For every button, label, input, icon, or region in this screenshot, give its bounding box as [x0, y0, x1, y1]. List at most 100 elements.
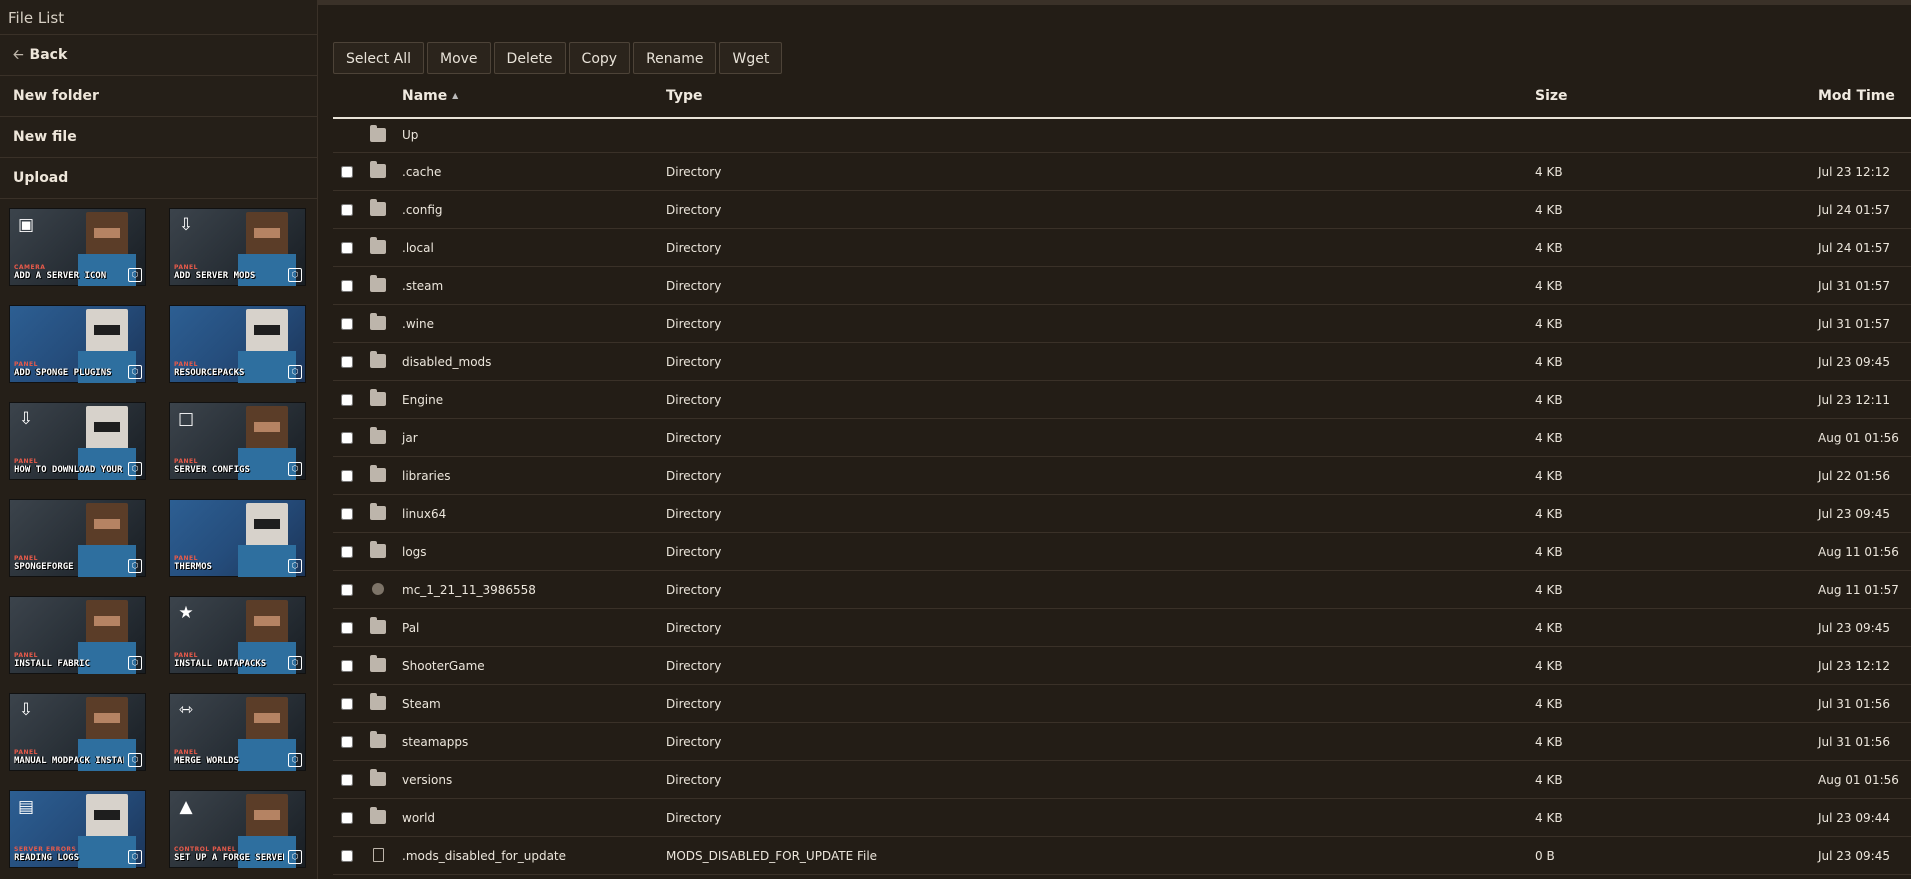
table-row[interactable]: steamapps Directory 4 KB Jul 31 01:56 [333, 723, 1911, 761]
table-row[interactable]: linux64 Directory 4 KB Jul 23 09:45 [333, 495, 1911, 533]
row-checkbox[interactable] [341, 394, 353, 406]
guide-tag: PANEL [174, 652, 198, 659]
file-name[interactable]: disabled_mods [402, 355, 491, 369]
back-button[interactable]: 🡠 Back [0, 35, 317, 76]
table-row[interactable]: .steam Directory 4 KB Jul 31 01:57 [333, 267, 1911, 305]
row-checkbox[interactable] [341, 280, 353, 292]
table-row[interactable]: disabled_mods Directory 4 KB Jul 23 09:45 [333, 343, 1911, 381]
guide-thumbnail[interactable]: PANEL INSTALL FABRIC ⬡ [9, 596, 146, 674]
row-checkbox[interactable] [341, 812, 353, 824]
table-row[interactable]: mc_1_21_11_3986558 Directory 4 KB Aug 11 01… [333, 571, 1911, 609]
file-name[interactable]: world [402, 811, 435, 825]
file-name[interactable]: jar [402, 431, 418, 445]
guide-thumbnail[interactable]: ⇩ PANELHOW TO DOWNLOAD YOUR WORLD ⬡ [9, 402, 146, 480]
row-checkbox[interactable] [341, 584, 353, 596]
table-row[interactable]: logs Directory 4 KB Aug 11 01:56 [333, 533, 1911, 571]
new-folder-button[interactable]: New folder [0, 76, 317, 117]
upload-button[interactable]: Upload [0, 158, 317, 199]
guide-thumbnail[interactable]: □ PANEL SERVER CONFIGS ⬡ [169, 402, 306, 480]
guide-thumbnail[interactable]: ▣ CAMERA ADD A SERVER ICON ⬡ [9, 208, 146, 286]
guide-tag: PANEL [14, 749, 38, 756]
rename-button[interactable]: Rename [633, 42, 717, 74]
file-name[interactable]: versions [402, 773, 452, 787]
table-row[interactable]: .local Directory 4 KB Jul 24 01:57 [333, 229, 1911, 267]
row-checkbox[interactable] [341, 698, 353, 710]
move-button[interactable]: Move [427, 42, 491, 74]
guide-thumbnail[interactable]: PANEL RESOURCEPACKS ⬡ [169, 305, 306, 383]
column-header-name[interactable]: Name ▲ [402, 88, 458, 104]
guide-caption: READING LOGS [14, 853, 80, 863]
cube-icon: ⬡ [288, 559, 302, 573]
guide-thumbnail[interactable]: PANEL ADD SPONGE PLUGINS ⬡ [9, 305, 146, 383]
guide-thumbnail[interactable]: ▲ CONTROL PANEL SET UP A FORGE SERVER ⬡ [169, 790, 306, 868]
row-checkbox[interactable] [341, 356, 353, 368]
guide-thumbnail[interactable]: ⇩ PANEL ADD SERVER MODS ⬡ [169, 208, 306, 286]
file-size: 4 KB [1535, 583, 1563, 597]
row-checkbox[interactable] [341, 622, 353, 634]
column-header-size[interactable]: Size [1535, 88, 1568, 104]
table-row[interactable]: .config Directory 4 KB Jul 24 01:57 [333, 191, 1911, 229]
wget-button[interactable]: Wget [719, 42, 783, 74]
file-mod-time: Aug 11 01:57 [1818, 583, 1899, 597]
row-checkbox[interactable] [341, 432, 353, 444]
guide-thumbnail[interactable]: ★ PANEL INSTALL DATAPACKS ⬡ [169, 596, 306, 674]
new-file-button[interactable]: New file [0, 117, 317, 158]
row-checkbox[interactable] [341, 318, 353, 330]
file-name[interactable]: Pal [402, 621, 419, 635]
file-name[interactable]: mc_1_21_11_3986558 [402, 583, 536, 597]
delete-button[interactable]: Delete [493, 42, 566, 74]
file-name[interactable]: ShooterGame [402, 659, 485, 673]
row-checkbox[interactable] [341, 774, 353, 786]
table-row[interactable]: Steam Directory 4 KB Jul 31 01:56 [333, 685, 1911, 723]
row-checkbox[interactable] [341, 508, 353, 520]
row-checkbox[interactable] [341, 166, 353, 178]
column-header-type[interactable]: Type [666, 88, 703, 104]
select-all-button[interactable]: Select All [333, 42, 424, 74]
file-name[interactable]: .cache [402, 165, 441, 179]
row-checkbox[interactable] [341, 470, 353, 482]
file-size: 4 KB [1535, 773, 1563, 787]
table-row[interactable]: ShooterGame Directory 4 KB Jul 23 12:12 [333, 647, 1911, 685]
row-checkbox[interactable] [341, 660, 353, 672]
guide-thumbnail[interactable]: ⇿ PANEL MERGE WORLDS ⬡ [169, 693, 306, 771]
table-row[interactable]: Engine Directory 4 KB Jul 23 12:11 [333, 381, 1911, 419]
file-name[interactable]: Engine [402, 393, 443, 407]
column-header-mod-time[interactable]: Mod Time [1818, 88, 1895, 104]
row-checkbox[interactable] [341, 242, 353, 254]
file-name[interactable]: .mods_disabled_for_update [402, 849, 566, 863]
file-name[interactable]: steamapps [402, 735, 468, 749]
row-checkbox[interactable] [341, 736, 353, 748]
guide-thumbnail[interactable]: PANEL THERMOS ⬡ [169, 499, 306, 577]
file-name[interactable]: libraries [402, 469, 450, 483]
row-checkbox[interactable] [341, 850, 353, 862]
table-row[interactable]: .mods_disabled_for_update MODS_DISABLED_F… [333, 837, 1911, 875]
cube-icon: ⬡ [128, 656, 142, 670]
table-row[interactable]: world Directory 4 KB Jul 23 09:44 [333, 799, 1911, 837]
file-size: 4 KB [1535, 469, 1563, 483]
guide-thumbnail[interactable]: PANEL SPONGEFORGE ⬡ [9, 499, 146, 577]
up-row[interactable]: Up [333, 119, 1911, 153]
file-name[interactable]: .local [402, 241, 434, 255]
file-type: Directory [666, 507, 722, 521]
character-figure [246, 794, 288, 840]
row-checkbox[interactable] [341, 204, 353, 216]
row-checkbox[interactable] [341, 546, 353, 558]
file-name[interactable]: logs [402, 545, 427, 559]
folder-icon [370, 275, 386, 292]
table-row[interactable]: jar Directory 4 KB Aug 01 01:56 [333, 419, 1911, 457]
guide-thumbnail[interactable]: ⇩ PANEL MANUAL MODPACK INSTALL ⬡ [9, 693, 146, 771]
file-name[interactable]: .config [402, 203, 443, 217]
file-name[interactable]: linux64 [402, 507, 446, 521]
file-size: 4 KB [1535, 165, 1563, 179]
table-row[interactable]: versions Directory 4 KB Aug 01 01:56 [333, 761, 1911, 799]
file-name[interactable]: .steam [402, 279, 443, 293]
table-row[interactable]: Pal Directory 4 KB Jul 23 09:45 [333, 609, 1911, 647]
copy-button[interactable]: Copy [568, 42, 631, 74]
table-row[interactable]: libraries Directory 4 KB Jul 22 01:56 [333, 457, 1911, 495]
guide-thumbnail[interactable]: ▤ SERVER ERRORS READING LOGS ⬡ [9, 790, 146, 868]
guide-caption: INSTALL FABRIC [14, 659, 90, 669]
file-name[interactable]: Steam [402, 697, 441, 711]
table-row[interactable]: .cache Directory 4 KB Jul 23 12:12 [333, 153, 1911, 191]
table-row[interactable]: .wine Directory 4 KB Jul 31 01:57 [333, 305, 1911, 343]
file-name[interactable]: .wine [402, 317, 434, 331]
